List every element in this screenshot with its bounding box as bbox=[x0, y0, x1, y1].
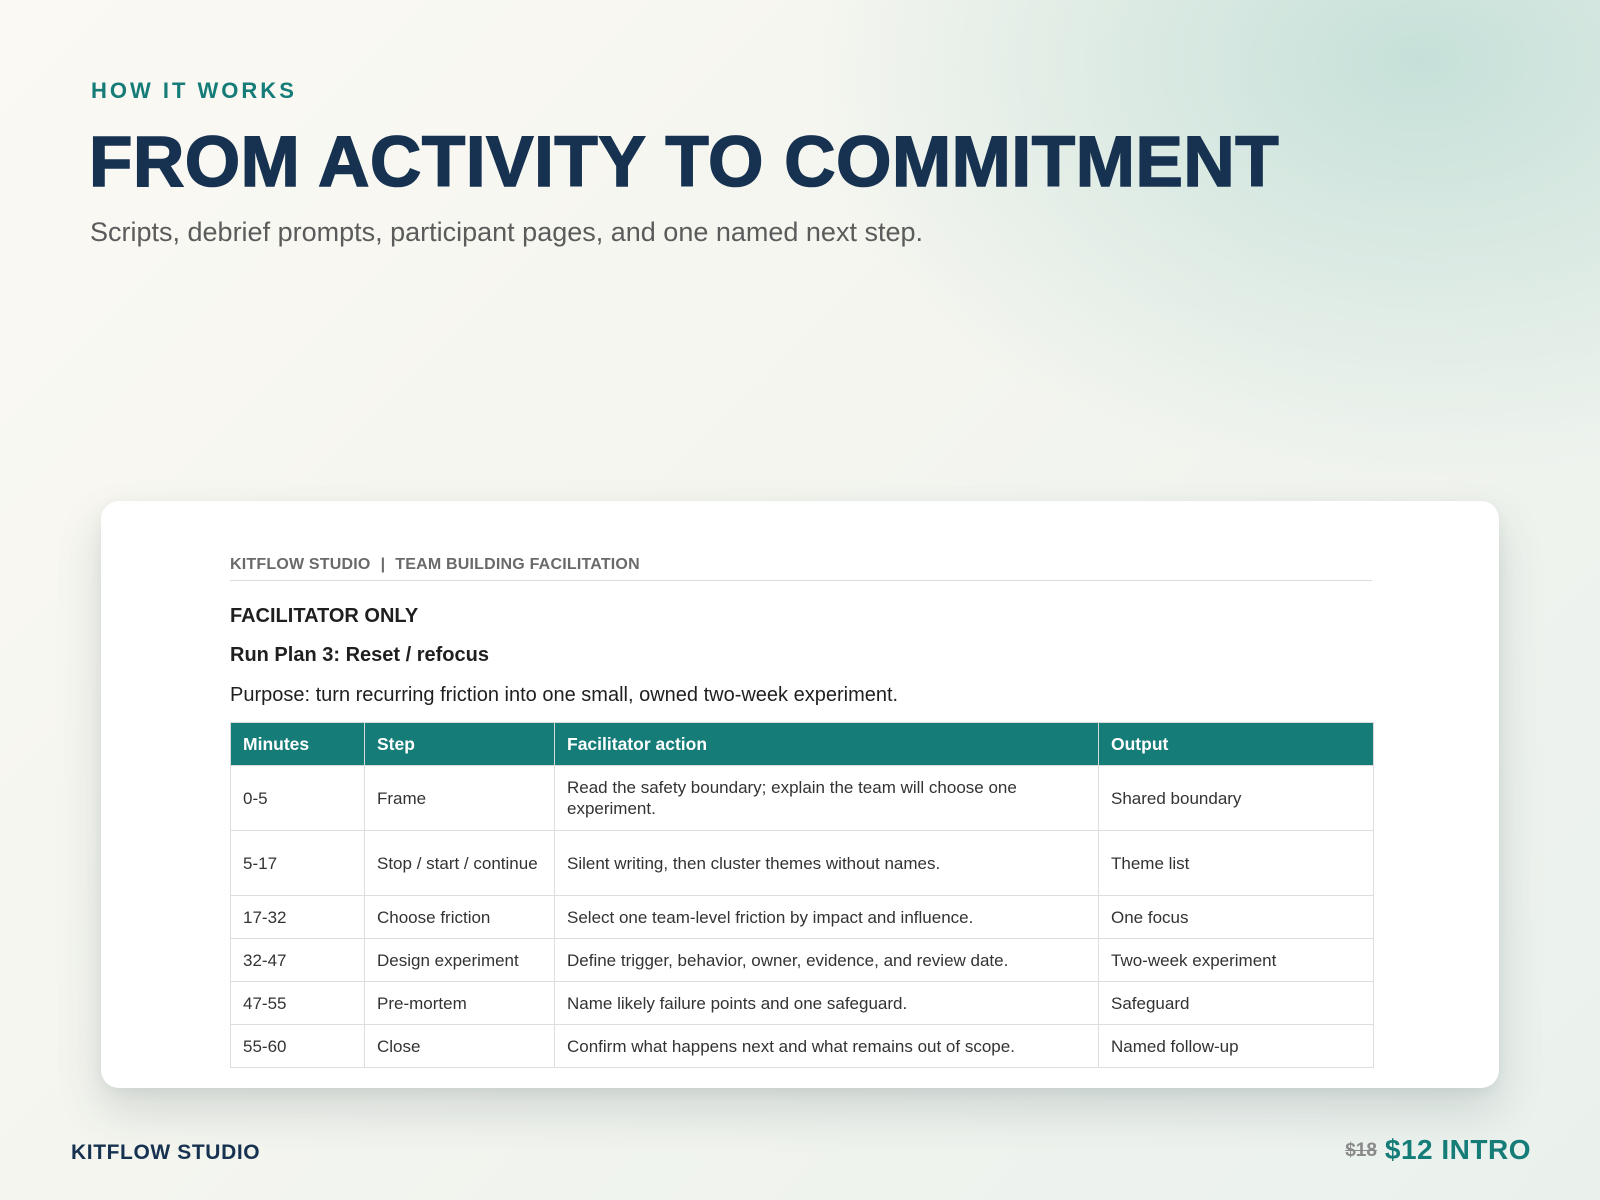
cell-step: Close bbox=[364, 1024, 555, 1068]
table-header-row: Minutes Step Facilitator action Output bbox=[230, 722, 1374, 766]
cell-facilitator-action: Define trigger, behavior, owner, evidenc… bbox=[554, 938, 1099, 982]
cell-facilitator-action: Read the safety boundary; explain the te… bbox=[554, 765, 1099, 831]
document-header-separator: | bbox=[380, 556, 386, 573]
run-plan-table: Minutes Step Facilitator action Output 0… bbox=[230, 722, 1374, 1068]
headline: FROM ACTIVITY TO COMMITMENT bbox=[88, 122, 1280, 203]
cell-minutes: 5-17 bbox=[230, 830, 365, 896]
cell-facilitator-action: Silent writing, then cluster themes with… bbox=[554, 830, 1099, 896]
cell-step: Stop / start / continue bbox=[364, 830, 555, 896]
cell-facilitator-action: Select one team-level friction by impact… bbox=[554, 895, 1099, 939]
footer-brand: KITFLOW STUDIO bbox=[71, 1141, 261, 1164]
audience-label: FACILITATOR ONLY bbox=[230, 605, 419, 627]
column-header-facilitator-action: Facilitator action bbox=[554, 722, 1099, 766]
cell-output: Theme list bbox=[1098, 830, 1374, 896]
plan-title: Run Plan 3: Reset / refocus bbox=[230, 644, 489, 666]
table-row: 5-17 Stop / start / continue Silent writ… bbox=[230, 830, 1374, 896]
intro-price: $12 INTRO bbox=[1384, 1134, 1531, 1165]
cell-step: Pre-mortem bbox=[364, 981, 555, 1025]
cell-step: Choose friction bbox=[364, 895, 555, 939]
cell-minutes: 17-32 bbox=[230, 895, 365, 939]
column-header-output: Output bbox=[1098, 722, 1374, 766]
table-row: 0-5 Frame Read the safety boundary; expl… bbox=[230, 765, 1374, 831]
cell-facilitator-action: Confirm what happens next and what remai… bbox=[554, 1024, 1099, 1068]
table-row: 47-55 Pre-mortem Name likely failure poi… bbox=[230, 981, 1374, 1025]
price-tag: $18 $12 INTRO bbox=[1345, 1134, 1531, 1166]
cell-output: Safeguard bbox=[1098, 981, 1374, 1025]
table-row: 32-47 Design experiment Define trigger, … bbox=[230, 938, 1374, 982]
product-slide: { "slide": { "eyebrow": "HOW IT WORKS", … bbox=[0, 0, 1600, 1200]
cell-minutes: 47-55 bbox=[230, 981, 365, 1025]
eyebrow: HOW IT WORKS bbox=[91, 78, 297, 103]
document-preview-card: KITFLOW STUDIO | TEAM BUILDING FACILITATIO… bbox=[101, 501, 1499, 1088]
cell-minutes: 32-47 bbox=[230, 938, 365, 982]
document-header: KITFLOW STUDIO | TEAM BUILDING FACILITATIO… bbox=[230, 556, 1372, 581]
column-header-step: Step bbox=[364, 722, 555, 766]
table-row: 17-32 Choose friction Select one team-le… bbox=[230, 895, 1374, 939]
old-price: $18 bbox=[1345, 1140, 1377, 1161]
cell-facilitator-action: Name likely failure points and one safeg… bbox=[554, 981, 1099, 1025]
plan-purpose: Purpose: turn recurring friction into on… bbox=[230, 684, 899, 706]
column-header-minutes: Minutes bbox=[230, 722, 365, 766]
subhead: Scripts, debrief prompts, participant pa… bbox=[90, 217, 923, 247]
document-header-section: TEAM BUILDING FACILITATION bbox=[395, 556, 640, 573]
cell-output: One focus bbox=[1098, 895, 1374, 939]
cell-output: Two-week experiment bbox=[1098, 938, 1374, 982]
document-header-brand: KITFLOW STUDIO bbox=[230, 556, 371, 573]
cell-output: Named follow-up bbox=[1098, 1024, 1374, 1068]
cell-minutes: 0-5 bbox=[230, 765, 365, 831]
cell-minutes: 55-60 bbox=[230, 1024, 365, 1068]
table-row: 55-60 Close Confirm what happens next an… bbox=[230, 1024, 1374, 1068]
cell-output: Shared boundary bbox=[1098, 765, 1374, 831]
cell-step: Frame bbox=[364, 765, 555, 831]
cell-step: Design experiment bbox=[364, 938, 555, 982]
